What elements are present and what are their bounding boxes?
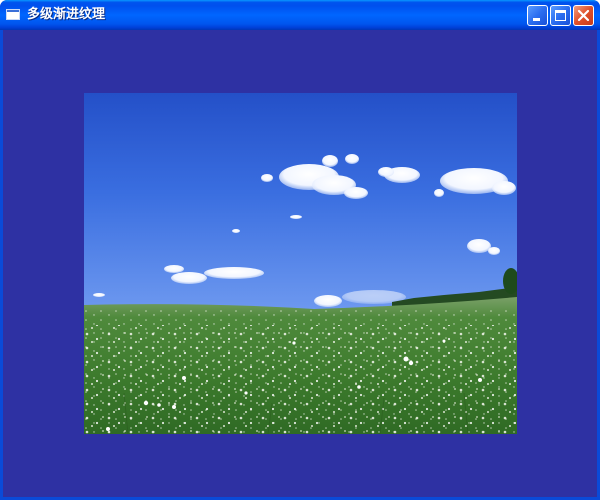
maximize-icon [555,10,566,21]
maximize-button[interactable] [550,5,571,26]
window-title: 多级渐进纹理 [27,7,106,22]
minimize-button[interactable] [527,5,548,26]
window-icon[interactable] [6,9,20,20]
minimize-icon [533,18,540,21]
close-button[interactable] [573,5,594,26]
title-bar[interactable]: 多级渐进纹理 [0,0,600,30]
textured-photo [84,93,517,434]
application-window: 多级渐进纹理 [0,0,600,500]
client-area [3,30,597,497]
close-icon [577,9,590,22]
